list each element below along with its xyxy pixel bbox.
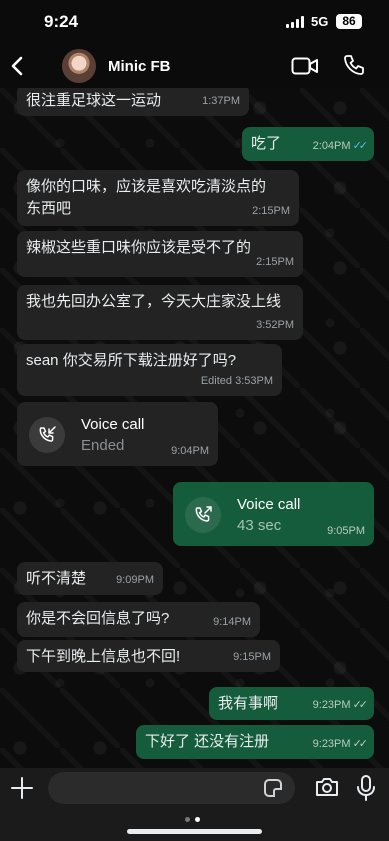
voice-call-title: Voice call: [237, 496, 301, 513]
status-time: 9:24: [44, 12, 79, 31]
delivered-ticks-icon: ✓✓: [352, 699, 369, 711]
delivered-ticks-icon: ✓✓: [352, 738, 369, 750]
status-bar: 9:24 5G 86: [0, 0, 389, 44]
message-time: 9:09PM: [116, 574, 154, 586]
voice-call-outgoing[interactable]: Voice call 43 sec 9:05PM: [173, 482, 374, 546]
voice-call-status: Ended: [81, 437, 125, 454]
message-text: 你是不会回信息了吗?: [26, 610, 170, 627]
message-time: 9:14PM: [213, 616, 251, 628]
sticker-icon[interactable]: [264, 779, 282, 797]
voice-call-duration: 43 sec: [237, 517, 282, 534]
message-time: 9:05PM: [327, 525, 365, 537]
message-text: 像你的口味，应该是喜欢吃清淡点的东西吧: [26, 178, 267, 217]
message-time: 9:23PM: [312, 699, 351, 711]
avatar[interactable]: [62, 49, 96, 83]
message-text: 吃了: [251, 135, 282, 152]
message-text: 辣椒这些重口味你应该是受不了的: [26, 239, 252, 256]
message-time: 9:23PM: [312, 738, 351, 750]
message-time: 2:04PM: [312, 140, 351, 152]
message-outgoing[interactable]: 我有事啊 9:23PM ✓✓: [209, 687, 374, 720]
message-meta: 2:04PM ✓✓: [312, 135, 369, 157]
message-text: 我也先回办公室了，今天大庄家没上线: [26, 293, 282, 310]
battery-icon: 86: [336, 14, 362, 29]
call-missed-icon: [29, 417, 65, 453]
microphone-icon[interactable]: [356, 774, 376, 807]
message-text: 下午到晚上信息也不回!: [26, 648, 181, 665]
message-incoming[interactable]: 辣椒这些重口味你应该是受不了的 2:15PM: [17, 231, 303, 277]
message-outgoing[interactable]: 下好了 还没有注册 9:23PM ✓✓: [136, 725, 374, 759]
video-call-icon[interactable]: [291, 56, 319, 81]
message-time: 1:37PM: [202, 95, 240, 107]
call-outgoing-icon: [185, 497, 221, 533]
read-ticks-icon: ✓✓: [352, 140, 369, 152]
network-type: 5G: [311, 14, 329, 29]
message-incoming[interactable]: 像你的口味，应该是喜欢吃清淡点的东西吧 2:15PM: [17, 170, 299, 226]
message-time: 9:15PM: [233, 651, 271, 663]
message-incoming[interactable]: 我也先回办公室了，今天大庄家没上线 3:52PM: [17, 285, 303, 340]
chat-header: Minic FB: [0, 44, 389, 88]
message-time: 2:15PM: [256, 256, 294, 268]
message-meta: 9:23PM ✓✓: [312, 733, 369, 755]
message-list[interactable]: 很注重足球这一运动 1:37PM 吃了 2:04PM ✓✓ 像你的口味，应该是喜欢…: [0, 88, 389, 768]
message-text: 很注重足球这一运动: [26, 92, 162, 109]
message-incoming[interactable]: 你是不会回信息了吗? 9:14PM: [17, 602, 260, 637]
message-text: 下好了 还没有注册: [145, 733, 270, 750]
message-time: Edited 3:53PM: [200, 375, 273, 387]
message-time: 3:52PM: [256, 319, 294, 331]
signal-icon: [286, 16, 306, 28]
message-time: 2:15PM: [252, 205, 290, 217]
back-chevron-icon[interactable]: [6, 52, 32, 80]
phone-icon[interactable]: [342, 53, 366, 82]
message-text: 听不清楚: [26, 570, 87, 587]
voice-call-title: Voice call: [81, 416, 145, 433]
message-incoming[interactable]: 很注重足球这一运动 1:37PM: [17, 88, 249, 116]
message-time: 9:04PM: [171, 445, 209, 457]
home-indicator[interactable]: [127, 829, 262, 834]
contact-name[interactable]: Minic FB: [108, 58, 171, 75]
message-outgoing[interactable]: 吃了 2:04PM ✓✓: [242, 127, 374, 161]
voice-call-ended[interactable]: Voice call Ended 9:04PM: [17, 402, 218, 466]
composer-bar: [0, 768, 389, 841]
message-text: sean 你交易所下载注册好了吗?: [26, 352, 237, 369]
message-meta: 9:23PM ✓✓: [312, 694, 369, 716]
message-input[interactable]: [48, 772, 295, 804]
plus-icon[interactable]: [11, 777, 33, 799]
page-indicator: [185, 817, 205, 823]
message-incoming[interactable]: sean 你交易所下载注册好了吗? Edited 3:53PM: [17, 344, 282, 396]
message-incoming[interactable]: 听不清楚 9:09PM: [17, 562, 163, 595]
camera-icon[interactable]: [314, 776, 340, 803]
message-incoming[interactable]: 下午到晚上信息也不回! 9:15PM: [17, 640, 280, 672]
message-text: 我有事啊: [218, 695, 279, 712]
